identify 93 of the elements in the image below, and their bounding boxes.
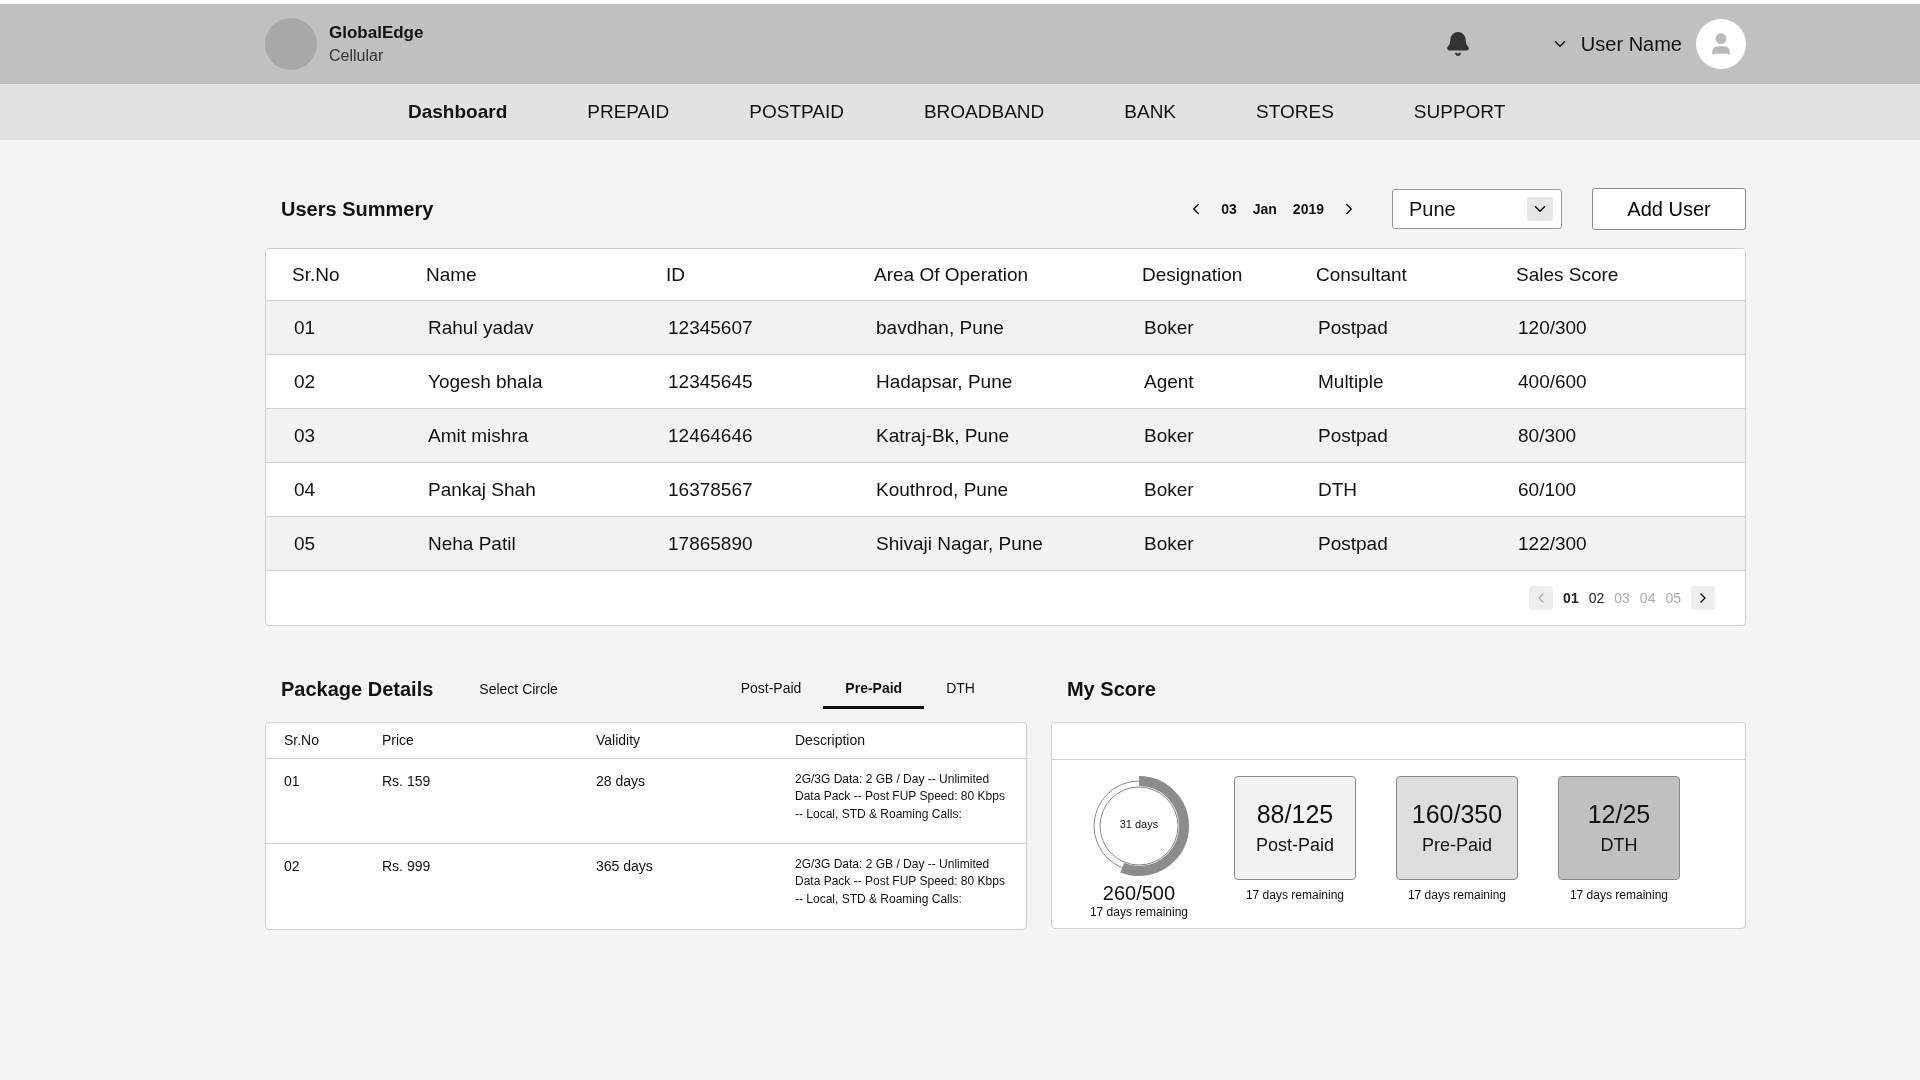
- total-score: 260/500: [1102, 882, 1176, 905]
- table-cell-text: Yogesh bhala: [428, 370, 544, 393]
- page-number[interactable]: 01: [1563, 590, 1579, 606]
- table-cell-text: 17865890: [668, 532, 754, 555]
- table-cell-text: Boker: [1144, 424, 1195, 447]
- nav-item[interactable]: PREPAID: [587, 101, 670, 123]
- table-cell-text: 02: [284, 857, 301, 876]
- table-cell-text: Boker: [1144, 532, 1195, 555]
- table-cell-text: Hadapsar, Pune: [876, 370, 1014, 393]
- table-cell-text: DTH: [1318, 478, 1359, 501]
- column-header: Price: [382, 731, 415, 751]
- remaining-days: 17 days remaining: [1569, 888, 1668, 902]
- package-tab[interactable]: Pre-Paid: [823, 669, 925, 709]
- table-cell-text: 12345607: [668, 316, 754, 339]
- table-cell-text: Agent: [1144, 370, 1195, 393]
- table-cell-text: Multiple: [1318, 370, 1385, 393]
- table-cell-text: Postpad: [1318, 424, 1389, 447]
- table-cell-text: Boker: [1144, 316, 1195, 339]
- table-cell-text: 16378567: [668, 478, 754, 501]
- nav-item[interactable]: STORES: [1256, 101, 1334, 123]
- select-circle-link[interactable]: Select Circle: [479, 681, 719, 697]
- table-cell-text: bavdhan, Pune: [876, 316, 1005, 339]
- table-cell-text: 04: [294, 478, 317, 501]
- brand-name: GlobalEdge: [329, 23, 424, 43]
- remaining-days: 17 days remaining: [1245, 888, 1344, 902]
- remaining-days: 17 days remaining: [1407, 888, 1506, 902]
- table-cell-text: 05: [294, 532, 317, 555]
- section-title: Package Details: [281, 677, 434, 701]
- table-cell-text: Kouthrod, Pune: [876, 478, 1010, 501]
- section-title: My Score: [1066, 677, 1156, 701]
- card-score: 88/125: [1256, 800, 1334, 829]
- nav-item[interactable]: Dashboard: [408, 101, 508, 123]
- donut-center-label: 31 days: [1118, 818, 1160, 830]
- column-header: Consultant: [1316, 263, 1408, 286]
- add-user-button[interactable]: Add User: [1592, 188, 1746, 230]
- package-tab[interactable]: DTH: [924, 669, 997, 709]
- table-cell-text: Rs. 999: [382, 857, 432, 876]
- date-year: 2019: [1292, 201, 1324, 217]
- table-cell-text: 28 days: [596, 772, 647, 791]
- table-cell-text: 2G/3G Data: 2 GB / Day -- Unlimited Data Pack -- Post FUP Speed: 80 Kbps -- Local, STD & Roaming Calls:: [795, 771, 1006, 823]
- column-header: Area Of Operation: [874, 263, 1030, 286]
- city-dropdown[interactable]: Pune: [1392, 189, 1562, 229]
- date-month: Jan: [1252, 201, 1277, 217]
- table-cell-text: 01: [294, 316, 317, 339]
- section-title: Users Summery: [281, 197, 435, 221]
- table-cell-text: 122/300: [1518, 532, 1588, 555]
- next-page-button[interactable]: [1691, 586, 1715, 610]
- table-cell-text: 12464646: [668, 424, 754, 447]
- table-cell-text: Rahul yadav: [428, 316, 535, 339]
- date-day: 03: [1221, 201, 1237, 217]
- card-label: DTH: [1600, 835, 1638, 856]
- brand-subtitle: Cellular: [329, 47, 385, 65]
- column-header: Validity: [596, 731, 642, 751]
- card-score: 12/25: [1587, 800, 1651, 829]
- card-label: Post-Paid: [1255, 835, 1334, 856]
- page-number[interactable]: 02: [1588, 590, 1605, 606]
- table-cell-text: Postpad: [1318, 532, 1389, 555]
- table-cell-text: 03: [294, 424, 317, 447]
- table-cell-text: 80/300: [1518, 424, 1578, 447]
- user-menu[interactable]: User Name: [1550, 32, 1682, 56]
- table-cell-text: Shivaji Nagar, Pune: [876, 532, 1044, 555]
- nav-item[interactable]: BROADBAND: [923, 101, 1045, 123]
- logo-circle: [265, 18, 317, 70]
- table-cell-text: Postpad: [1318, 316, 1389, 339]
- nav-item[interactable]: POSTPAID: [749, 101, 844, 123]
- table-cell-text: 2G/3G Data: 2 GB / Day -- Unlimited Data Pack -- Post FUP Speed: 80 Kbps -- Local, STD & Roaming Calls:: [795, 856, 1006, 908]
- table-cell-text: 01: [284, 772, 301, 791]
- table-cell-text: 365 days: [596, 857, 654, 876]
- package-tab[interactable]: Post-Paid: [718, 669, 824, 709]
- card-score: 160/350: [1411, 800, 1503, 829]
- column-header: Designation: [1142, 263, 1244, 286]
- column-header: Sales Score: [1516, 263, 1620, 286]
- table-cell-text: 12345645: [668, 370, 754, 393]
- table-cell-text: Rs. 159: [382, 772, 432, 791]
- table-cell-text: 400/600: [1518, 370, 1588, 393]
- table-cell-text: 60/100: [1518, 478, 1578, 501]
- nav-item[interactable]: BANK: [1124, 101, 1177, 123]
- column-header: ID: [666, 263, 686, 286]
- table-cell-text: Boker: [1144, 478, 1195, 501]
- notification-bell-icon[interactable]: [1444, 31, 1471, 57]
- nav-item[interactable]: SUPPORT: [1413, 101, 1506, 123]
- remaining-days: 17 days remaining: [1089, 905, 1188, 919]
- column-header: Description: [795, 731, 867, 751]
- column-header: Sr.No: [284, 731, 320, 751]
- table-cell-text: Pankaj Shah: [428, 478, 537, 501]
- table-cell-text: 120/300: [1518, 316, 1588, 339]
- table-cell-text: Amit mishra: [428, 424, 530, 447]
- card-label: Pre-Paid: [1421, 835, 1492, 856]
- column-header: Sr.No: [292, 263, 341, 286]
- column-header: Name: [426, 263, 478, 286]
- table-cell-text: Neha Patil: [428, 532, 517, 555]
- table-cell-text: 02: [294, 370, 317, 393]
- table-cell-text: Katraj-Bk, Pune: [876, 424, 1011, 447]
